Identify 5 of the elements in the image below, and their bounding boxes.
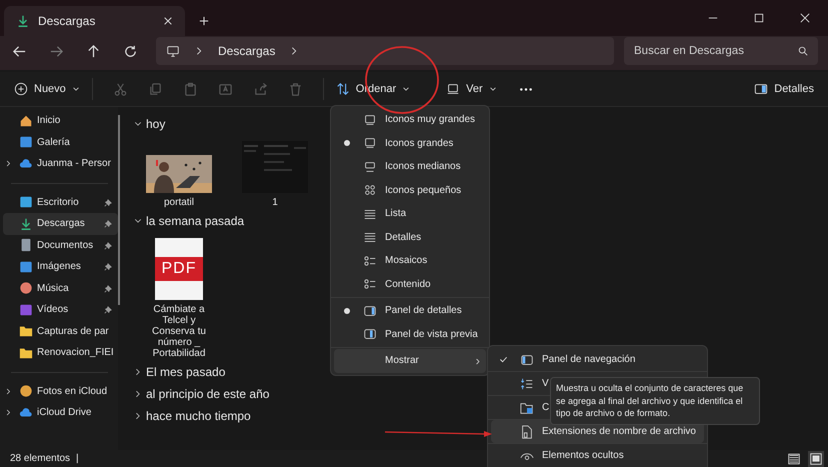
separator-text: | [76,453,79,464]
item-count: 28 elementos [10,453,70,464]
tooltip: Muestra u oculta el conjunto de caracteres que se agrega al final del archivo y que identifica el tipo de archivo o de formato. [550,377,760,424]
tab-title: Descargas [38,14,96,28]
pdf-file-icon: PDF [155,238,203,300]
